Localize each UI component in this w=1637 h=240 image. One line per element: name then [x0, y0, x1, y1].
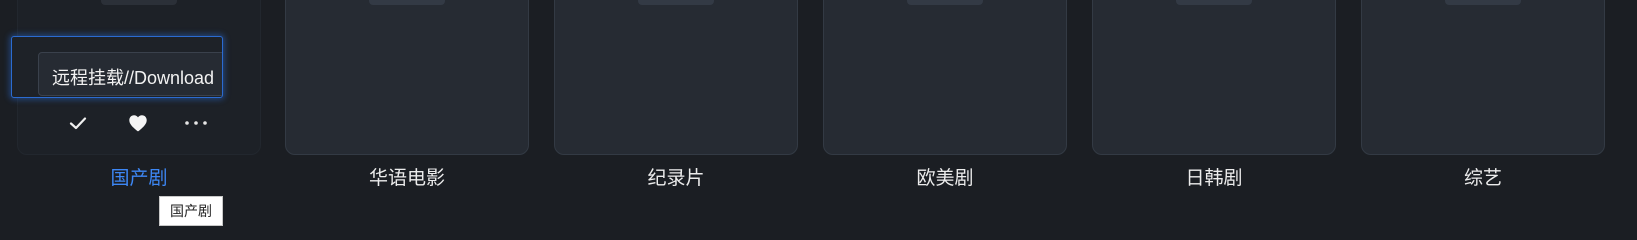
library-path-field[interactable]: 远程挂载//Download [38, 52, 222, 96]
library-label-huayudianying[interactable]: 华语电影 [285, 166, 529, 192]
library-card-rihanju[interactable] [1092, 0, 1336, 155]
more-horizontal-icon [185, 121, 207, 125]
library-card-oumeiju[interactable] [823, 0, 1067, 155]
more-options-button[interactable] [181, 108, 211, 138]
card-thumbnail-tab [907, 0, 983, 5]
library-card-zongyi[interactable] [1361, 0, 1605, 155]
library-label-zongyi[interactable]: 综艺 [1361, 166, 1605, 192]
library-card-huayudianying[interactable] [285, 0, 529, 155]
card-thumbnail-tab [638, 0, 714, 5]
mark-played-button[interactable] [63, 108, 93, 138]
card-thumbnail-tab [1445, 0, 1521, 5]
media-library-row: 远程挂载//Download 国产剧 华语电影 纪录片 欧美剧 日韩剧 综艺 国… [0, 0, 1637, 240]
library-label-jilupian[interactable]: 纪录片 [554, 166, 798, 192]
library-path-text: 远程挂载//Download [52, 68, 215, 88]
favorite-button[interactable] [123, 108, 153, 138]
card-thumbnail-tab [1176, 0, 1252, 5]
heart-icon [129, 115, 147, 132]
library-path-overlay: 远程挂载//Download [11, 36, 223, 98]
card-thumbnail-tab [101, 0, 177, 5]
card-thumbnail-tab [369, 0, 445, 5]
tooltip: 国产剧 [159, 196, 223, 226]
library-label-oumeiju[interactable]: 欧美剧 [823, 166, 1067, 192]
library-label-guochanju[interactable]: 国产剧 [17, 166, 261, 192]
library-label-rihanju[interactable]: 日韩剧 [1092, 166, 1336, 192]
card-action-bar [17, 108, 261, 138]
library-card-jilupian[interactable] [554, 0, 798, 155]
check-icon [69, 117, 87, 130]
